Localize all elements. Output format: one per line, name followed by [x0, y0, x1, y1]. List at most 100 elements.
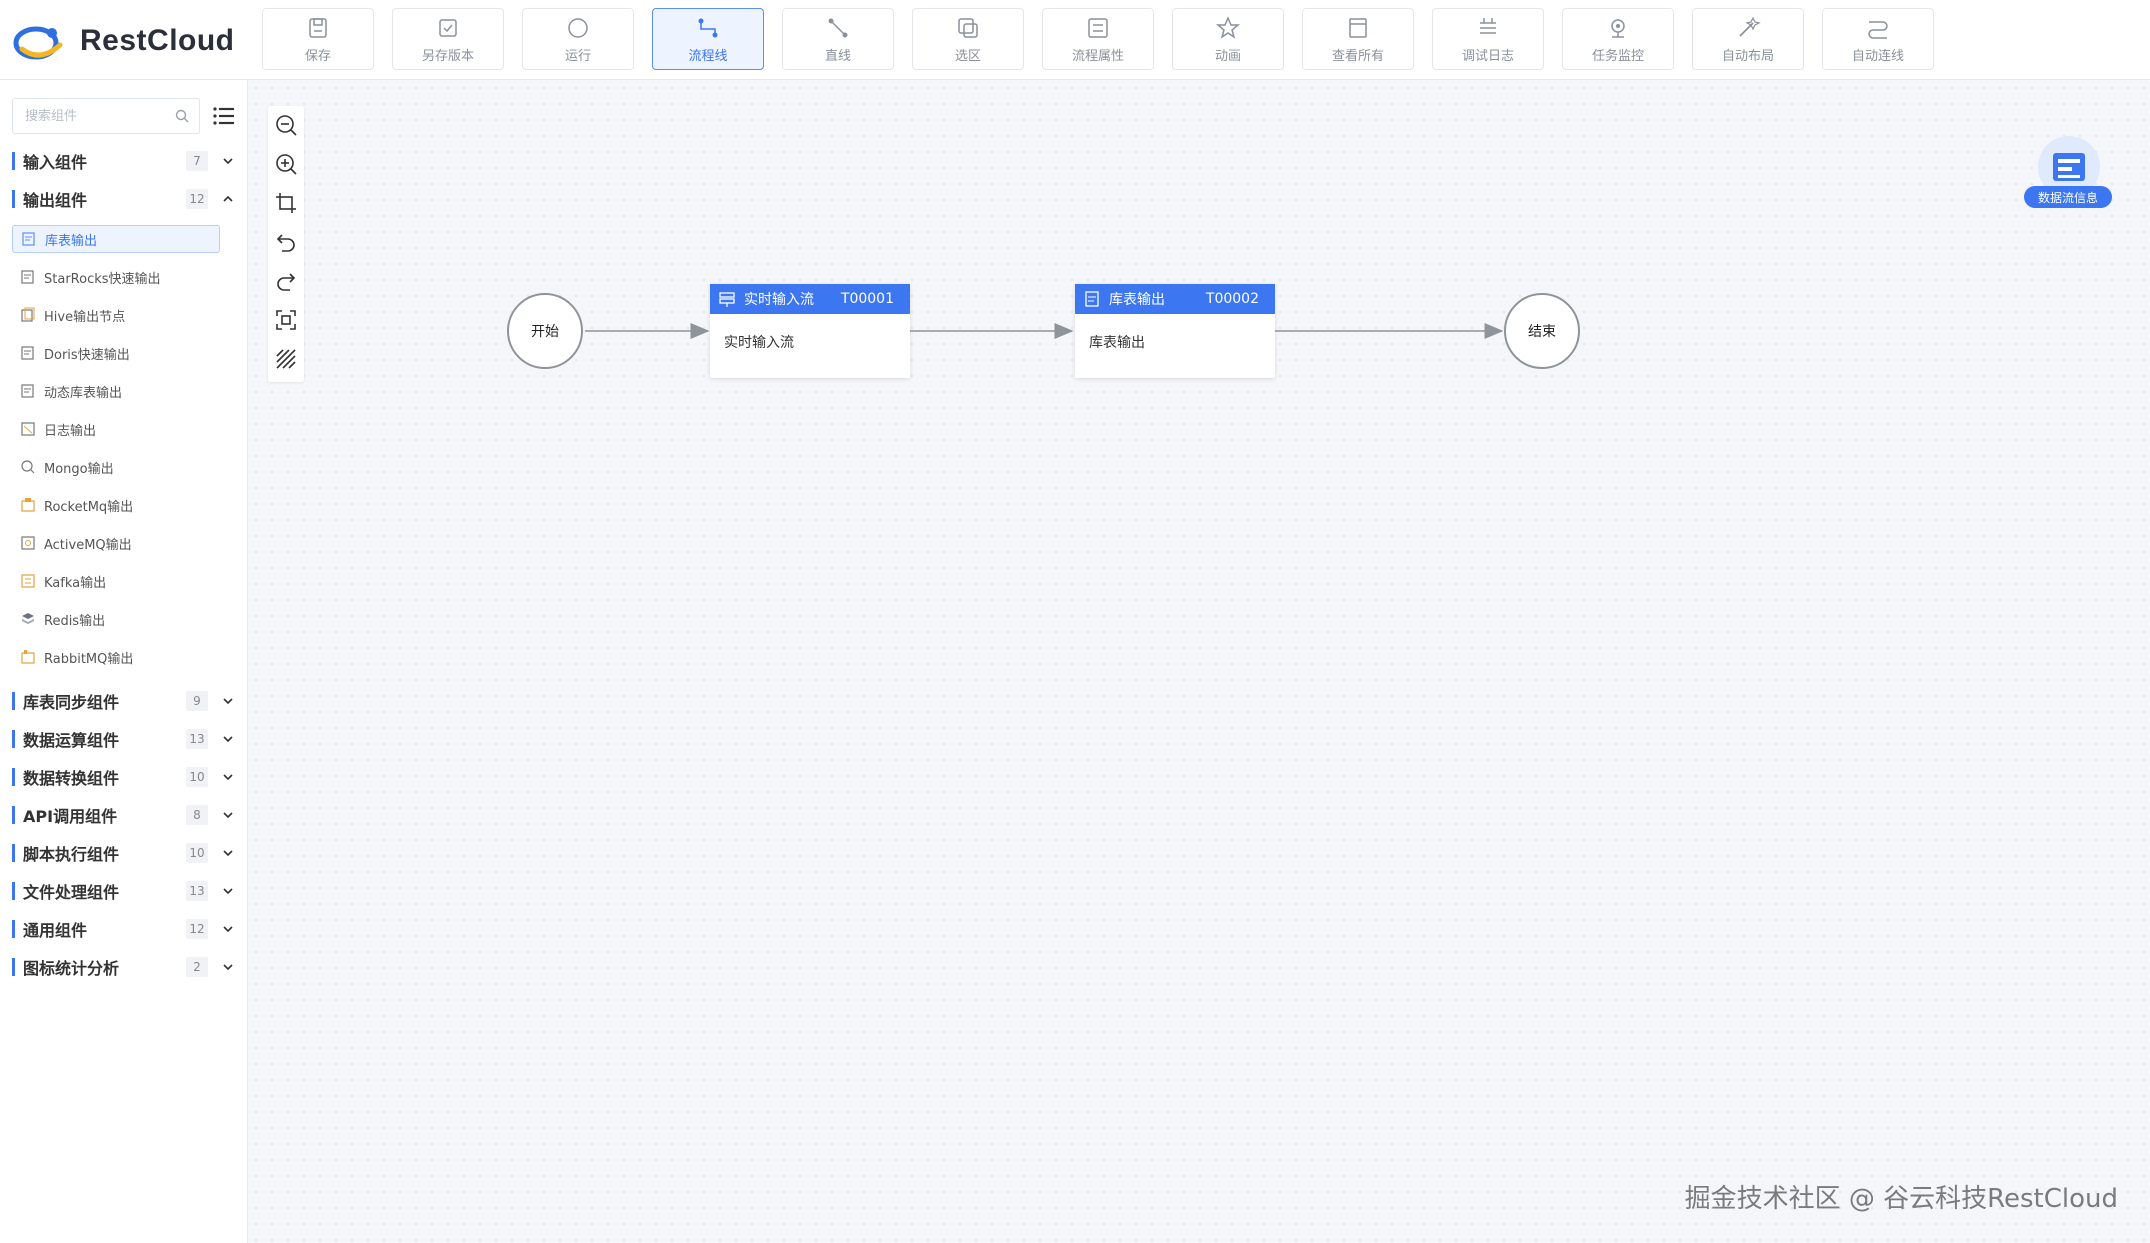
chevron-down-icon: [223, 698, 233, 705]
view-all-icon: [1349, 17, 1367, 38]
sidebar-item-starrocks-output[interactable]: StarRocks快速输出: [12, 263, 220, 291]
search-box[interactable]: [12, 98, 200, 134]
group-data-transform-components[interactable]: 数据转换组件 10: [12, 764, 234, 790]
activemq-output-icon: [21, 536, 35, 550]
sidebar-item-redis-output[interactable]: Redis输出: [12, 605, 220, 633]
group-accent-bar: [12, 958, 15, 976]
selection-label: 选区: [954, 48, 981, 64]
group-count: 13: [186, 881, 208, 901]
flow-properties-icon: [1088, 17, 1108, 38]
end-node[interactable]: 结束: [1504, 293, 1580, 369]
data-flow-info-button[interactable]: 数据流信息: [2024, 136, 2114, 216]
run-label: 运行: [564, 48, 591, 64]
sidebar-item-activemq-output[interactable]: ActiveMQ输出: [12, 529, 220, 557]
animation-icon: [1215, 15, 1241, 39]
group-file-components[interactable]: 文件处理组件 13: [12, 878, 234, 904]
group-label: 输入组件: [23, 153, 88, 172]
chevron-down-icon: [223, 888, 233, 895]
watermark-text: 掘金技术社区 @ 谷云科技RestCloud: [1684, 1184, 2118, 1214]
group-table-sync-components[interactable]: 库表同步组件 9: [12, 688, 234, 714]
starrocks-output-icon: [21, 270, 34, 284]
flow-properties-label: 流程属性: [1071, 48, 1124, 64]
data-flow-info-icon: [2053, 153, 2085, 181]
auto-layout-button[interactable]: 自动布局: [1692, 8, 1804, 70]
toolbar: 保存 另存版本 运行 流程线 直线 选区 流程属性 动画 查看所有 调试日志 任…: [262, 8, 1934, 70]
chevron-down-icon: [223, 964, 233, 971]
group-chart-analysis-components[interactable]: 图标统计分析 2: [12, 954, 234, 980]
realtime-input-icon: [719, 292, 735, 307]
auto-connect-button[interactable]: 自动连线: [1822, 8, 1934, 70]
debug-log-label: 调试日志: [1461, 48, 1514, 64]
straight-line-button[interactable]: 直线: [782, 8, 894, 70]
sub-item-label: StarRocks快速输出: [44, 271, 161, 287]
view-all-button[interactable]: 查看所有: [1302, 8, 1414, 70]
group-data-compute-components[interactable]: 数据运算组件 13: [12, 726, 234, 752]
group-count: 12: [186, 189, 208, 209]
task-monitor-button[interactable]: 任务监控: [1562, 8, 1674, 70]
sidebar-item-mongo-output[interactable]: Mongo输出: [12, 453, 220, 481]
sidebar-item-hive-output[interactable]: Hive输出节点: [12, 301, 220, 329]
flow-line-icon: [698, 18, 718, 37]
sub-item-label: Redis输出: [44, 613, 106, 629]
group-label: 文件处理组件: [23, 883, 120, 902]
sub-item-label: Kafka输出: [44, 575, 107, 591]
node-code: T00002: [1205, 291, 1259, 307]
selection-button[interactable]: 选区: [912, 8, 1024, 70]
save-button[interactable]: 保存: [262, 8, 374, 70]
data-flow-info-label: 数据流信息: [2024, 186, 2112, 208]
animation-button[interactable]: 动画: [1172, 8, 1284, 70]
restcloud-logo: [13, 26, 63, 60]
log-output-icon: [21, 422, 35, 436]
search-icon[interactable]: [175, 109, 189, 123]
brand-name: RestCloud: [80, 24, 235, 57]
flow-node-realtime-input[interactable]: 实时输入流 T00001 实时输入流: [710, 284, 910, 378]
group-accent-bar: [12, 882, 15, 900]
flow-line-label: 流程线: [688, 48, 728, 64]
search-row: [12, 98, 236, 134]
chevron-down-icon: [223, 812, 233, 819]
flow-node-table-output[interactable]: 库表输出 T00002 库表输出: [1075, 284, 1275, 378]
task-monitor-label: 任务监控: [1591, 48, 1644, 64]
flow-canvas[interactable]: 开始 实时输入流 T00001 实时输入流 库表输出 T00002 库表输出 结…: [248, 80, 2150, 1243]
group-count: 7: [186, 151, 208, 171]
auto-connect-icon: [1868, 20, 1888, 39]
group-accent-bar: [12, 730, 15, 748]
start-node[interactable]: 开始: [507, 293, 583, 369]
run-button[interactable]: 运行: [522, 8, 634, 70]
group-count: 12: [186, 919, 208, 939]
sidebar-item-table-output[interactable]: 库表输出: [12, 225, 220, 253]
save-label: 保存: [304, 48, 331, 64]
sidebar-item-log-output[interactable]: 日志输出: [12, 415, 220, 443]
node-body: 库表输出: [1089, 335, 1145, 351]
group-script-components[interactable]: 脚本执行组件 10: [12, 840, 234, 866]
list-view-icon[interactable]: [212, 104, 236, 128]
group-label: API调用组件: [23, 807, 118, 826]
chevron-down-icon: [223, 774, 233, 781]
sidebar-item-dynamic-table-output[interactable]: 动态库表输出: [12, 377, 220, 405]
sub-item-label: RocketMq输出: [44, 499, 134, 515]
sidebar-item-rocketmq-output[interactable]: RocketMq输出: [12, 491, 220, 519]
group-output-components[interactable]: 输出组件 12: [12, 186, 234, 212]
debug-log-button[interactable]: 调试日志: [1432, 8, 1544, 70]
sidebar-item-rabbitmq-output[interactable]: RabbitMQ输出: [12, 643, 220, 671]
animation-label: 动画: [1214, 48, 1241, 64]
save-version-icon: [439, 18, 457, 37]
group-input-components[interactable]: 输入组件 7: [12, 148, 234, 174]
flow-properties-button[interactable]: 流程属性: [1042, 8, 1154, 70]
chevron-down-icon: [223, 736, 233, 743]
node-title: 实时输入流: [744, 292, 814, 308]
sub-item-label: Mongo输出: [44, 461, 114, 477]
group-label: 通用组件: [23, 921, 88, 940]
group-count: 13: [186, 729, 208, 749]
group-general-components[interactable]: 通用组件 12: [12, 916, 234, 942]
group-api-call-components[interactable]: API调用组件 8: [12, 802, 234, 828]
group-accent-bar: [12, 152, 15, 170]
group-label: 图标统计分析: [23, 959, 120, 978]
search-input[interactable]: [13, 99, 163, 133]
sub-item-label: Doris快速输出: [44, 347, 130, 363]
sidebar-item-doris-output[interactable]: Doris快速输出: [12, 339, 220, 367]
save-version-button[interactable]: 另存版本: [392, 8, 504, 70]
sidebar-item-kafka-output[interactable]: Kafka输出: [12, 567, 220, 595]
hive-output-icon: [21, 307, 35, 322]
flow-line-button[interactable]: 流程线: [652, 8, 764, 70]
